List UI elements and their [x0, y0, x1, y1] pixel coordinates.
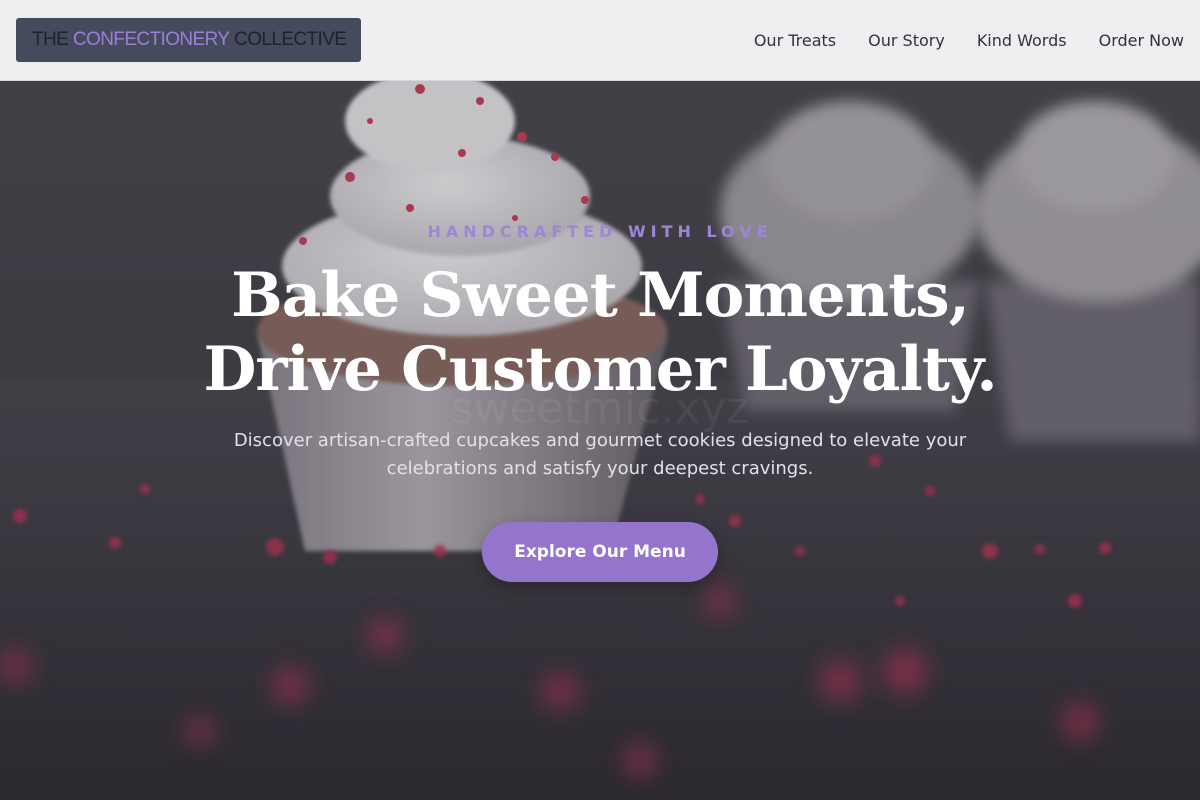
hero-subtitle: Discover artisan-crafted cupcakes and go…	[233, 430, 967, 479]
logo-word-the: THE	[32, 29, 73, 50]
logo-word-confectionery: CONFECTIONERY	[72, 29, 230, 50]
explore-menu-button[interactable]: Explore Our Menu	[482, 522, 718, 582]
main-nav: Our Treats Our Story Kind Words Order No…	[722, 31, 1184, 50]
brand-logo[interactable]: THE CONFECTIONERY COLLECTIVE	[16, 18, 362, 62]
site-header: THE CONFECTIONERY COLLECTIVE Our Treats …	[0, 0, 1200, 81]
headline-line-1: Bake Sweet Moments,	[231, 260, 970, 331]
nav-link-our-treats[interactable]: Our Treats	[754, 31, 836, 50]
hero-section: sweetmic.xyz HANDCRAFTED WITH LOVE Bake …	[0, 81, 1200, 800]
headline-line-2: Drive Customer Loyalty.	[203, 334, 997, 405]
nav-link-order-now[interactable]: Order Now	[1099, 31, 1184, 50]
nav-link-kind-words[interactable]: Kind Words	[977, 31, 1067, 50]
hero-headline: Bake Sweet Moments, Drive Customer Loyal…	[0, 259, 1200, 407]
hero-tagline: HANDCRAFTED WITH LOVE	[427, 222, 773, 241]
nav-link-our-story[interactable]: Our Story	[868, 31, 945, 50]
logo-word-collective: COLLECTIVE	[229, 29, 347, 50]
